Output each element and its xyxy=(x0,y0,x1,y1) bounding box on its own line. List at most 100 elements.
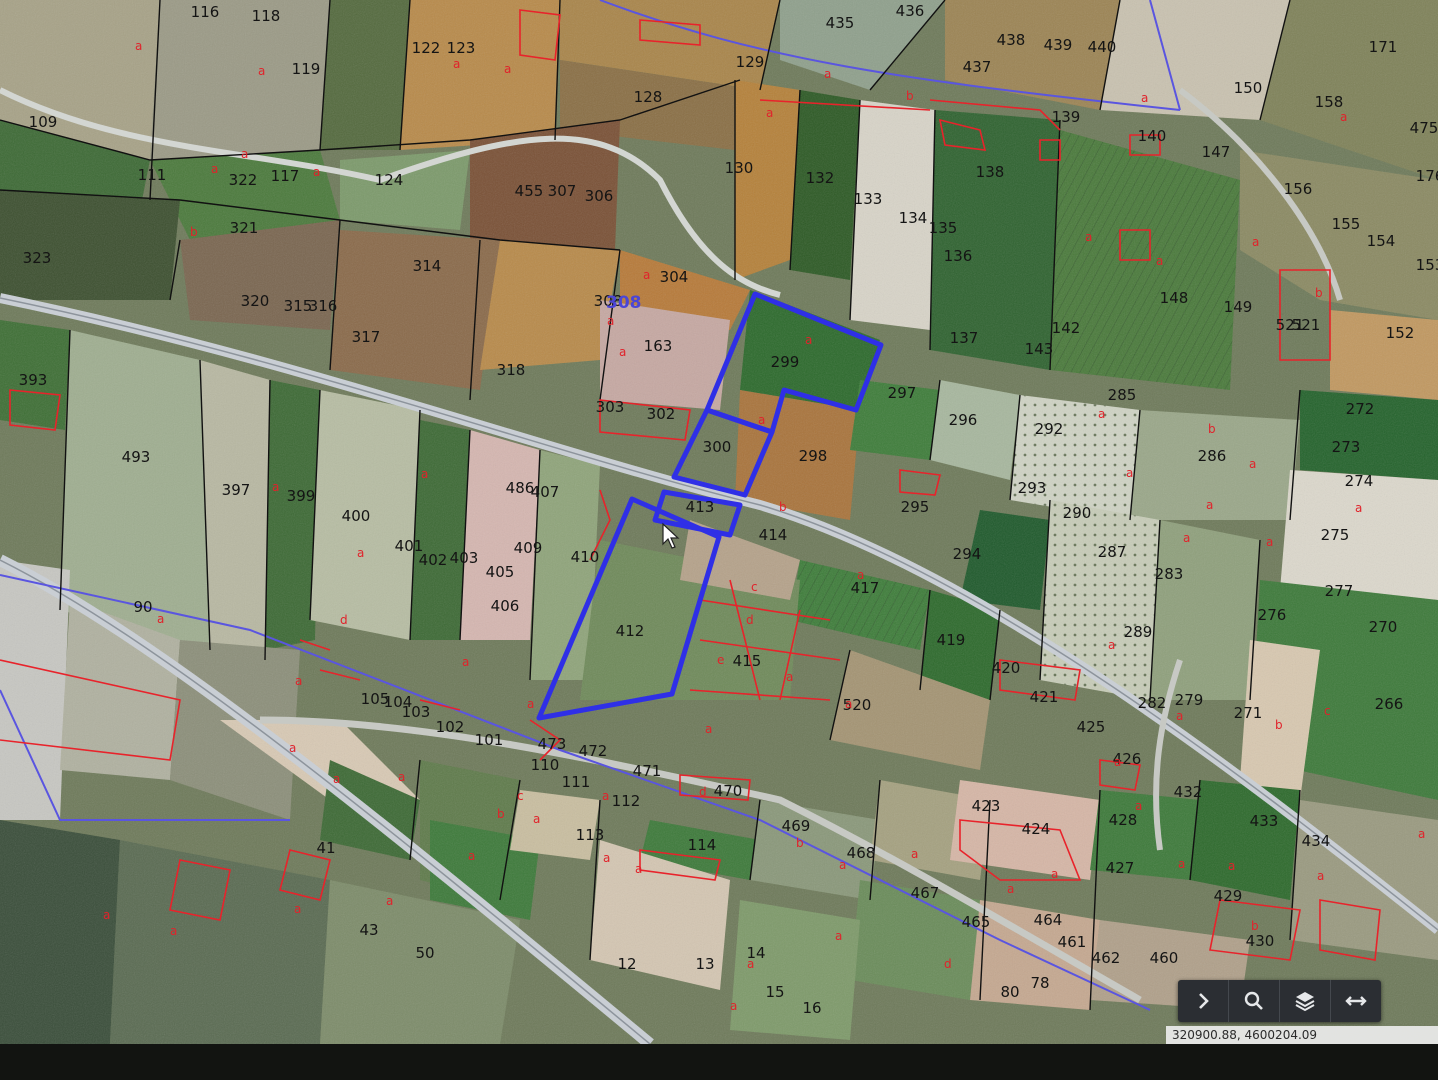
layers-button[interactable] xyxy=(1280,980,1331,1022)
parcel-number-label: 15 xyxy=(765,983,784,1001)
parcel-number-label: 138 xyxy=(976,163,1005,181)
parcel-number-label: 80 xyxy=(1000,983,1019,1001)
subparcel-letter-label: b xyxy=(1275,718,1283,732)
parcel-number-label: 297 xyxy=(888,384,917,402)
subparcel-letter-label: a xyxy=(241,147,248,161)
subparcel-letter-label: b xyxy=(190,225,198,239)
subparcel-letter-label: a xyxy=(157,612,164,626)
parcel-number-label: 425 xyxy=(1077,718,1106,736)
parcel-number-label: 133 xyxy=(854,190,883,208)
parcel-number-label: 276 xyxy=(1258,606,1287,624)
subparcel-letter-label: a xyxy=(911,847,918,861)
subparcel-letter-label: a xyxy=(845,697,852,711)
parcel-number-label: 158 xyxy=(1315,93,1344,111)
parcel-number-label: 316 xyxy=(309,297,338,315)
subparcel-letter-label: a xyxy=(1252,235,1259,249)
subparcel-letter-label: a xyxy=(603,851,610,865)
subparcel-letter-label: a xyxy=(1108,638,1115,652)
subparcel-letter-label: a xyxy=(1178,857,1185,871)
parcel-number-label: 140 xyxy=(1138,127,1167,145)
subparcel-letter-label: a xyxy=(839,858,846,872)
parcel-number-label: 142 xyxy=(1052,319,1081,337)
subparcel-letter-label: a xyxy=(289,741,296,755)
subparcel-letter-label: b xyxy=(779,500,787,514)
parcel-number-label: 119 xyxy=(292,60,321,78)
search-button[interactable] xyxy=(1229,980,1280,1022)
subparcel-letter-label: a xyxy=(421,467,428,481)
parcel-number-label: 148 xyxy=(1160,289,1189,307)
subparcel-letter-label: b xyxy=(796,836,804,850)
subparcel-letter-label: a xyxy=(386,894,393,908)
subparcel-letter-label: a xyxy=(1183,531,1190,545)
subparcel-letter-label: a xyxy=(1228,859,1235,873)
parcel-number-label: 299 xyxy=(771,353,800,371)
parcel-number-label: 435 xyxy=(826,14,855,32)
parcel-number-label: 397 xyxy=(222,481,251,499)
parcel-number-label: 273 xyxy=(1332,438,1361,456)
subparcel-letter-label: a xyxy=(504,62,511,76)
subparcel-letter-label: a xyxy=(758,413,765,427)
parcel-number-label: 421 xyxy=(1030,688,1059,706)
subparcel-letter-label: c xyxy=(517,789,524,803)
parcel-number-label: 470 xyxy=(714,782,743,800)
subparcel-letter-label: a xyxy=(1085,230,1092,244)
parcel-number-label: 303 xyxy=(596,398,625,416)
parcel-number-label: 428 xyxy=(1109,811,1138,829)
subparcel-letter-label: a xyxy=(824,67,831,81)
parcel-number-label: 406 xyxy=(491,597,520,615)
subparcel-letter-label: a xyxy=(333,772,340,786)
subparcel-letter-label: a xyxy=(1135,799,1142,813)
measure-button[interactable] xyxy=(1331,980,1381,1022)
subparcel-letter-label: a xyxy=(1098,407,1105,421)
subparcel-letter-label: a xyxy=(1249,457,1256,471)
parcel-number-label: 467 xyxy=(911,884,940,902)
parcel-number-label: 286 xyxy=(1198,447,1227,465)
mouse-cursor-icon xyxy=(662,522,680,549)
parcel-number-label: 405 xyxy=(486,563,515,581)
subparcel-letter-label: a xyxy=(786,670,793,684)
parcel-number-label: 274 xyxy=(1345,472,1374,490)
subparcel-letter-label: a xyxy=(1051,867,1058,881)
subparcel-letter-label: a xyxy=(1176,709,1183,723)
map-viewport[interactable]: 116 118 119 122 123 109 111 117 124 128 129 435 436 4… xyxy=(0,0,1438,1080)
parcel-number-label: 302 xyxy=(647,405,676,423)
parcel-number-label: 143 xyxy=(1025,340,1054,358)
subparcel-letter-label: a xyxy=(602,789,609,803)
subparcel-letter-label: a xyxy=(211,162,218,176)
parcel-number-label: 171 xyxy=(1369,38,1398,56)
parcel-number-label: 410 xyxy=(571,548,600,566)
subparcel-letter-label: b xyxy=(497,807,505,821)
parcel-number-label: 469 xyxy=(782,817,811,835)
subparcel-letter-label: a xyxy=(705,722,712,736)
parcel-number-label: 295 xyxy=(901,498,930,516)
subparcel-letter-label: a xyxy=(635,862,642,876)
parcel-number-label: 293 xyxy=(1018,479,1047,497)
parcel-number-label: 139 xyxy=(1052,108,1081,126)
subparcel-letter-label: a xyxy=(607,314,614,328)
parcel-number-label: 432 xyxy=(1174,783,1203,801)
subparcel-letter-label: a xyxy=(103,908,110,922)
parcel-number-label: 322 xyxy=(229,171,258,189)
parcel-number-label: 271 xyxy=(1234,704,1263,722)
expand-panel-button[interactable] xyxy=(1178,980,1229,1022)
parcel-number-label: 424 xyxy=(1022,820,1051,838)
parcel-number-label: 304 xyxy=(660,268,689,286)
parcel-number-label: 150 xyxy=(1234,79,1263,97)
parcel-number-label: 13 xyxy=(695,955,714,973)
parcel-number-label: 137 xyxy=(950,329,979,347)
parcel-number-label: 130 xyxy=(725,159,754,177)
parcel-number-label: 420 xyxy=(992,659,1021,677)
subparcel-letter-label: a xyxy=(1317,869,1324,883)
parcel-number-label: 134 xyxy=(899,209,928,227)
subparcel-letter-label: a xyxy=(857,568,864,582)
highlight-parcel-label: 308 xyxy=(606,293,642,313)
cadastral-map[interactable]: 116 118 119 122 123 109 111 117 124 128 129 435 436 4… xyxy=(0,0,1438,1080)
parcel-number-label: 300 xyxy=(703,438,732,456)
parcel-number-label: 147 xyxy=(1202,143,1231,161)
subparcel-letter-label: a xyxy=(272,480,279,494)
monitor-bezel xyxy=(0,1044,1438,1080)
subparcel-letter-label: a xyxy=(135,39,142,53)
parcel-number-label: 307 xyxy=(548,182,577,200)
subparcel-letter-label: d xyxy=(340,613,348,627)
subparcel-letter-label: a xyxy=(1340,110,1347,124)
